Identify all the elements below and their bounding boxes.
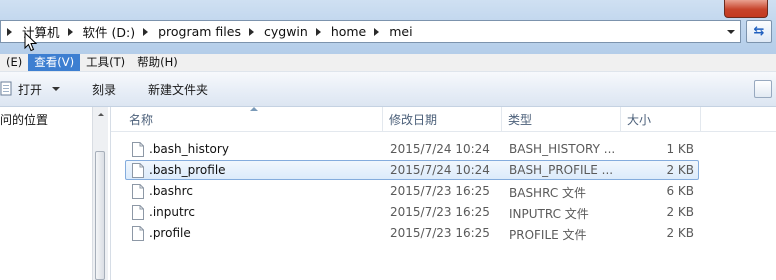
new-folder-button-label: 新建文件夹	[148, 82, 209, 97]
file-icon	[132, 205, 144, 220]
title-bar: 计算机 软件 (D:) program files cygwin home me…	[0, 0, 776, 54]
breadcrumb-home[interactable]: home	[327, 21, 370, 42]
breadcrumb-mei[interactable]: mei	[385, 21, 416, 42]
file-icon	[132, 163, 144, 178]
file-row[interactable]: .profile 2015/7/23 16:25 PROFILE 文件 2 KB	[125, 223, 699, 243]
menu-view[interactable]: 查看(V)	[28, 54, 81, 71]
open-button-label: 打开	[18, 82, 43, 97]
file-list: 名称 修改日期 类型 大小 .bash_history 2015/7/24 10…	[111, 107, 776, 280]
file-type: PROFILE 文件	[509, 228, 587, 242]
file-row[interactable]: .bashrc 2015/7/23 16:25 BASHRC 文件 6 KB	[125, 181, 699, 201]
file-modified-date: 2015/7/23 16:25	[390, 184, 490, 198]
column-header-date[interactable]: 修改日期	[383, 107, 502, 131]
column-header-type[interactable]: 类型	[502, 107, 621, 131]
file-icon	[132, 226, 144, 241]
nav-scrollbar[interactable]	[92, 107, 108, 280]
chevron-right-icon[interactable]	[248, 27, 254, 36]
open-button[interactable]: 打开	[0, 78, 68, 100]
menu-help[interactable]: 帮助(H)	[131, 54, 184, 71]
file-icon	[132, 142, 144, 157]
nav-item-recent-places[interactable]: 问的位置	[0, 111, 48, 128]
address-bar[interactable]: 计算机 软件 (D:) program files cygwin home me…	[0, 20, 741, 43]
menu-edit[interactable]: (E)	[0, 54, 28, 71]
refresh-icon: ⇆	[753, 24, 765, 39]
column-headers: 名称 修改日期 类型 大小	[111, 107, 776, 132]
preview-pane-toggle[interactable]	[754, 80, 772, 98]
refresh-button[interactable]: ⇆	[746, 20, 772, 43]
file-icon	[132, 184, 144, 199]
file-size: 2 KB	[666, 226, 694, 240]
command-toolbar: 打开 刻录 新建文件夹	[0, 72, 776, 107]
chevron-right-icon[interactable]	[67, 27, 73, 36]
file-modified-date: 2015/7/24 10:24	[390, 163, 490, 177]
chevron-right-icon[interactable]	[143, 27, 149, 36]
file-type: BASHRC 文件	[509, 186, 587, 200]
file-size: 6 KB	[666, 184, 694, 198]
column-header-size[interactable]: 大小	[621, 107, 701, 131]
file-type: BASH_PROFILE ...	[509, 163, 614, 177]
file-type: INPUTRC 文件	[509, 207, 589, 221]
breadcrumb-cygwin[interactable]: cygwin	[260, 21, 312, 42]
menu-tools[interactable]: 工具(T)	[80, 54, 131, 71]
chevron-right-icon[interactable]	[315, 27, 321, 36]
file-name: .inputrc	[149, 205, 195, 219]
file-type: BASH_HISTORY ...	[509, 142, 616, 156]
nav-scrollbar-thumb[interactable]	[95, 151, 105, 280]
file-name: .profile	[149, 226, 191, 240]
breadcrumb-drive-d[interactable]: 软件 (D:)	[79, 21, 140, 42]
burn-button-label: 刻录	[92, 82, 117, 97]
scroll-up-arrow-icon[interactable]	[93, 107, 108, 122]
chevron-right-icon[interactable]	[7, 27, 12, 36]
file-name: .bashrc	[149, 184, 193, 198]
file-row[interactable]: .bash_profile 2015/7/24 10:24 BASH_PROFI…	[125, 160, 699, 180]
file-modified-date: 2015/7/23 16:25	[390, 205, 490, 219]
file-row[interactable]: .inputrc 2015/7/23 16:25 INPUTRC 文件 2 KB	[125, 202, 699, 222]
burn-button[interactable]: 刻录	[84, 78, 124, 100]
file-row[interactable]: .bash_history 2015/7/24 10:24 BASH_HISTO…	[125, 139, 699, 159]
mouse-cursor-icon	[24, 32, 38, 52]
new-folder-button[interactable]: 新建文件夹	[140, 78, 216, 100]
chevron-right-icon[interactable]	[374, 27, 380, 36]
address-history-dropdown[interactable]	[722, 21, 740, 42]
chevron-down-icon[interactable]	[52, 87, 61, 91]
file-size: 1 KB	[666, 142, 694, 156]
file-name: .bash_profile	[149, 163, 226, 177]
file-modified-date: 2015/7/24 10:24	[390, 142, 490, 156]
navigation-pane: 问的位置	[0, 107, 111, 280]
file-size: 2 KB	[666, 163, 694, 177]
open-file-icon	[0, 81, 12, 96]
file-name: .bash_history	[149, 142, 229, 156]
file-modified-date: 2015/7/23 16:25	[390, 226, 490, 240]
breadcrumb-program-files[interactable]: program files	[154, 21, 245, 42]
column-header-name[interactable]: 名称	[123, 107, 383, 131]
menu-bar: (E) 查看(V) 工具(T) 帮助(H)	[0, 54, 776, 72]
file-size: 2 KB	[666, 205, 694, 219]
close-window-button[interactable]	[724, 0, 768, 18]
window-controls	[678, 0, 768, 18]
